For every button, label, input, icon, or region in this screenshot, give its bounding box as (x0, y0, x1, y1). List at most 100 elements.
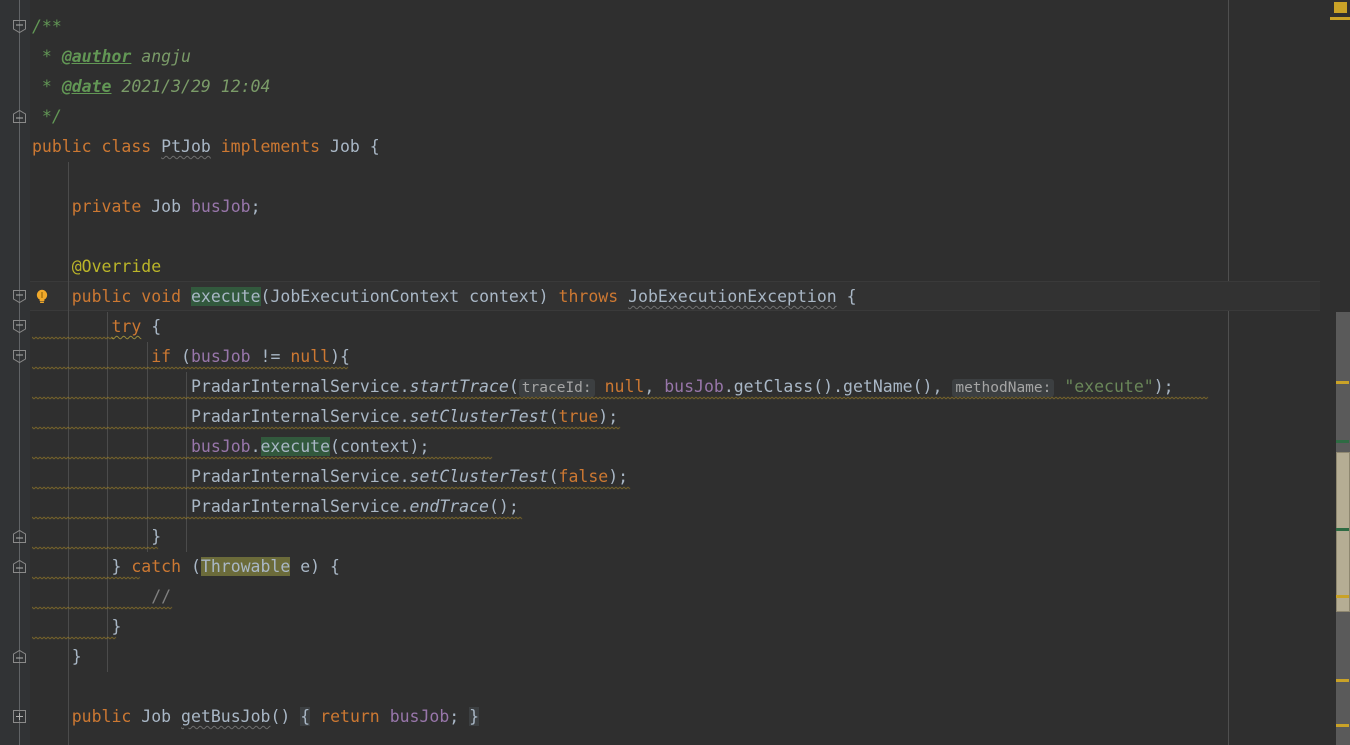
code-token: execute (260, 437, 331, 456)
warning-squiggle (32, 576, 142, 580)
error-stripe-marker[interactable] (1336, 440, 1349, 443)
fold-minus-down-icon[interactable] (12, 319, 27, 334)
code-token: catch (131, 557, 182, 576)
scrollbar-thumb[interactable] (1336, 452, 1350, 612)
fold-minus-down-icon[interactable] (12, 289, 27, 304)
code-token: } (32, 617, 122, 636)
error-stripe-marker[interactable] (1336, 679, 1349, 682)
code-token: busJob (190, 197, 251, 216)
code-line[interactable]: } (32, 642, 82, 672)
code-token: e) { (290, 557, 340, 576)
code-token: } (32, 647, 82, 666)
code-line[interactable]: * @date 2021/3/29 12:04 (32, 72, 271, 102)
error-stripe-marker[interactable] (1336, 381, 1349, 384)
code-token: methodName: (952, 379, 1055, 397)
code-token: public (71, 707, 142, 726)
code-token: busJob (190, 437, 251, 456)
code-token: Throwable (200, 557, 291, 576)
code-token: JobExecutionContext (270, 287, 460, 306)
warning-squiggle (32, 606, 174, 610)
code-token: false (558, 467, 609, 486)
code-token: { (359, 137, 380, 156)
code-token: () (270, 707, 301, 726)
code-area[interactable]: /** * @author angju * @date 2021/3/29 12… (30, 0, 1320, 745)
code-token: getBusJob (181, 707, 271, 726)
warning-squiggle (32, 486, 632, 490)
code-line[interactable]: /** (32, 12, 62, 42)
code-token: . (723, 377, 734, 396)
code-token: , (644, 377, 665, 396)
code-line[interactable]: * @author angju (32, 42, 191, 72)
fold-minus-down-icon[interactable] (12, 19, 27, 34)
code-token: "execute" (1064, 377, 1154, 396)
error-stripe-marker[interactable] (1336, 528, 1349, 531)
warning-squiggle (32, 546, 160, 550)
fold-minus-down-icon[interactable] (12, 349, 27, 364)
code-token: setClusterTest (409, 467, 549, 486)
code-token: /** (32, 17, 62, 36)
code-token: busJob (664, 377, 724, 396)
code-token: public class (32, 137, 162, 156)
code-token: { (836, 287, 857, 306)
code-token: } (32, 557, 132, 576)
code-token: angju (131, 47, 191, 66)
code-token: getName (843, 377, 913, 396)
warning-squiggle (32, 516, 524, 520)
code-token: PradarInternalService (190, 467, 400, 486)
code-line[interactable]: public Job getBusJob() { return busJob; … (32, 702, 480, 732)
fold-minus-up-icon[interactable] (12, 109, 27, 124)
warning-squiggle (32, 426, 622, 430)
error-stripe-column[interactable] (1328, 0, 1350, 745)
lightbulb-icon[interactable] (35, 289, 49, 305)
code-token: (); (489, 497, 519, 516)
code-token: Job (330, 137, 360, 156)
warning-squiggle (32, 336, 116, 340)
code-token: Job (151, 197, 182, 216)
code-token: ; (250, 197, 261, 216)
code-line[interactable]: private Job busJob; (32, 192, 261, 222)
fold-plus-icon[interactable] (12, 709, 27, 724)
editor-gutter[interactable] (0, 0, 30, 745)
code-token: throws (558, 287, 629, 306)
code-token: execute (190, 287, 261, 306)
code-token: . (399, 467, 410, 486)
code-token: startTrace (409, 377, 509, 396)
code-token: @Override (71, 257, 162, 276)
code-editor[interactable]: /** * @author angju * @date 2021/3/29 12… (0, 0, 1350, 745)
code-token: @date (61, 77, 112, 96)
code-token: endTrace (409, 497, 489, 516)
fold-minus-up-icon[interactable] (12, 559, 27, 574)
code-token: busJob (389, 707, 450, 726)
code-token: PtJob (161, 137, 211, 156)
code-line[interactable]: */ (32, 102, 62, 132)
error-stripe-marker[interactable] (1336, 724, 1349, 727)
code-token: ); (608, 467, 629, 486)
code-token: ){ (330, 347, 350, 366)
fold-minus-up-icon[interactable] (12, 649, 27, 664)
code-token: if (151, 347, 172, 366)
code-token: private (71, 197, 152, 216)
code-token: (context); (330, 437, 430, 456)
code-line[interactable]: public void execute(JobExecutionContext … (32, 282, 857, 312)
code-line[interactable]: @Override (32, 252, 161, 282)
code-line[interactable]: public class PtJob implements Job { (32, 132, 380, 162)
code-token: != (250, 347, 291, 366)
fold-minus-up-icon[interactable] (12, 529, 27, 544)
code-token: ); (598, 407, 619, 426)
editor-scrollbar[interactable] (1336, 0, 1350, 745)
code-token: ( (548, 407, 559, 426)
code-token: ( (260, 287, 271, 306)
error-stripe-marker[interactable] (1336, 595, 1349, 598)
